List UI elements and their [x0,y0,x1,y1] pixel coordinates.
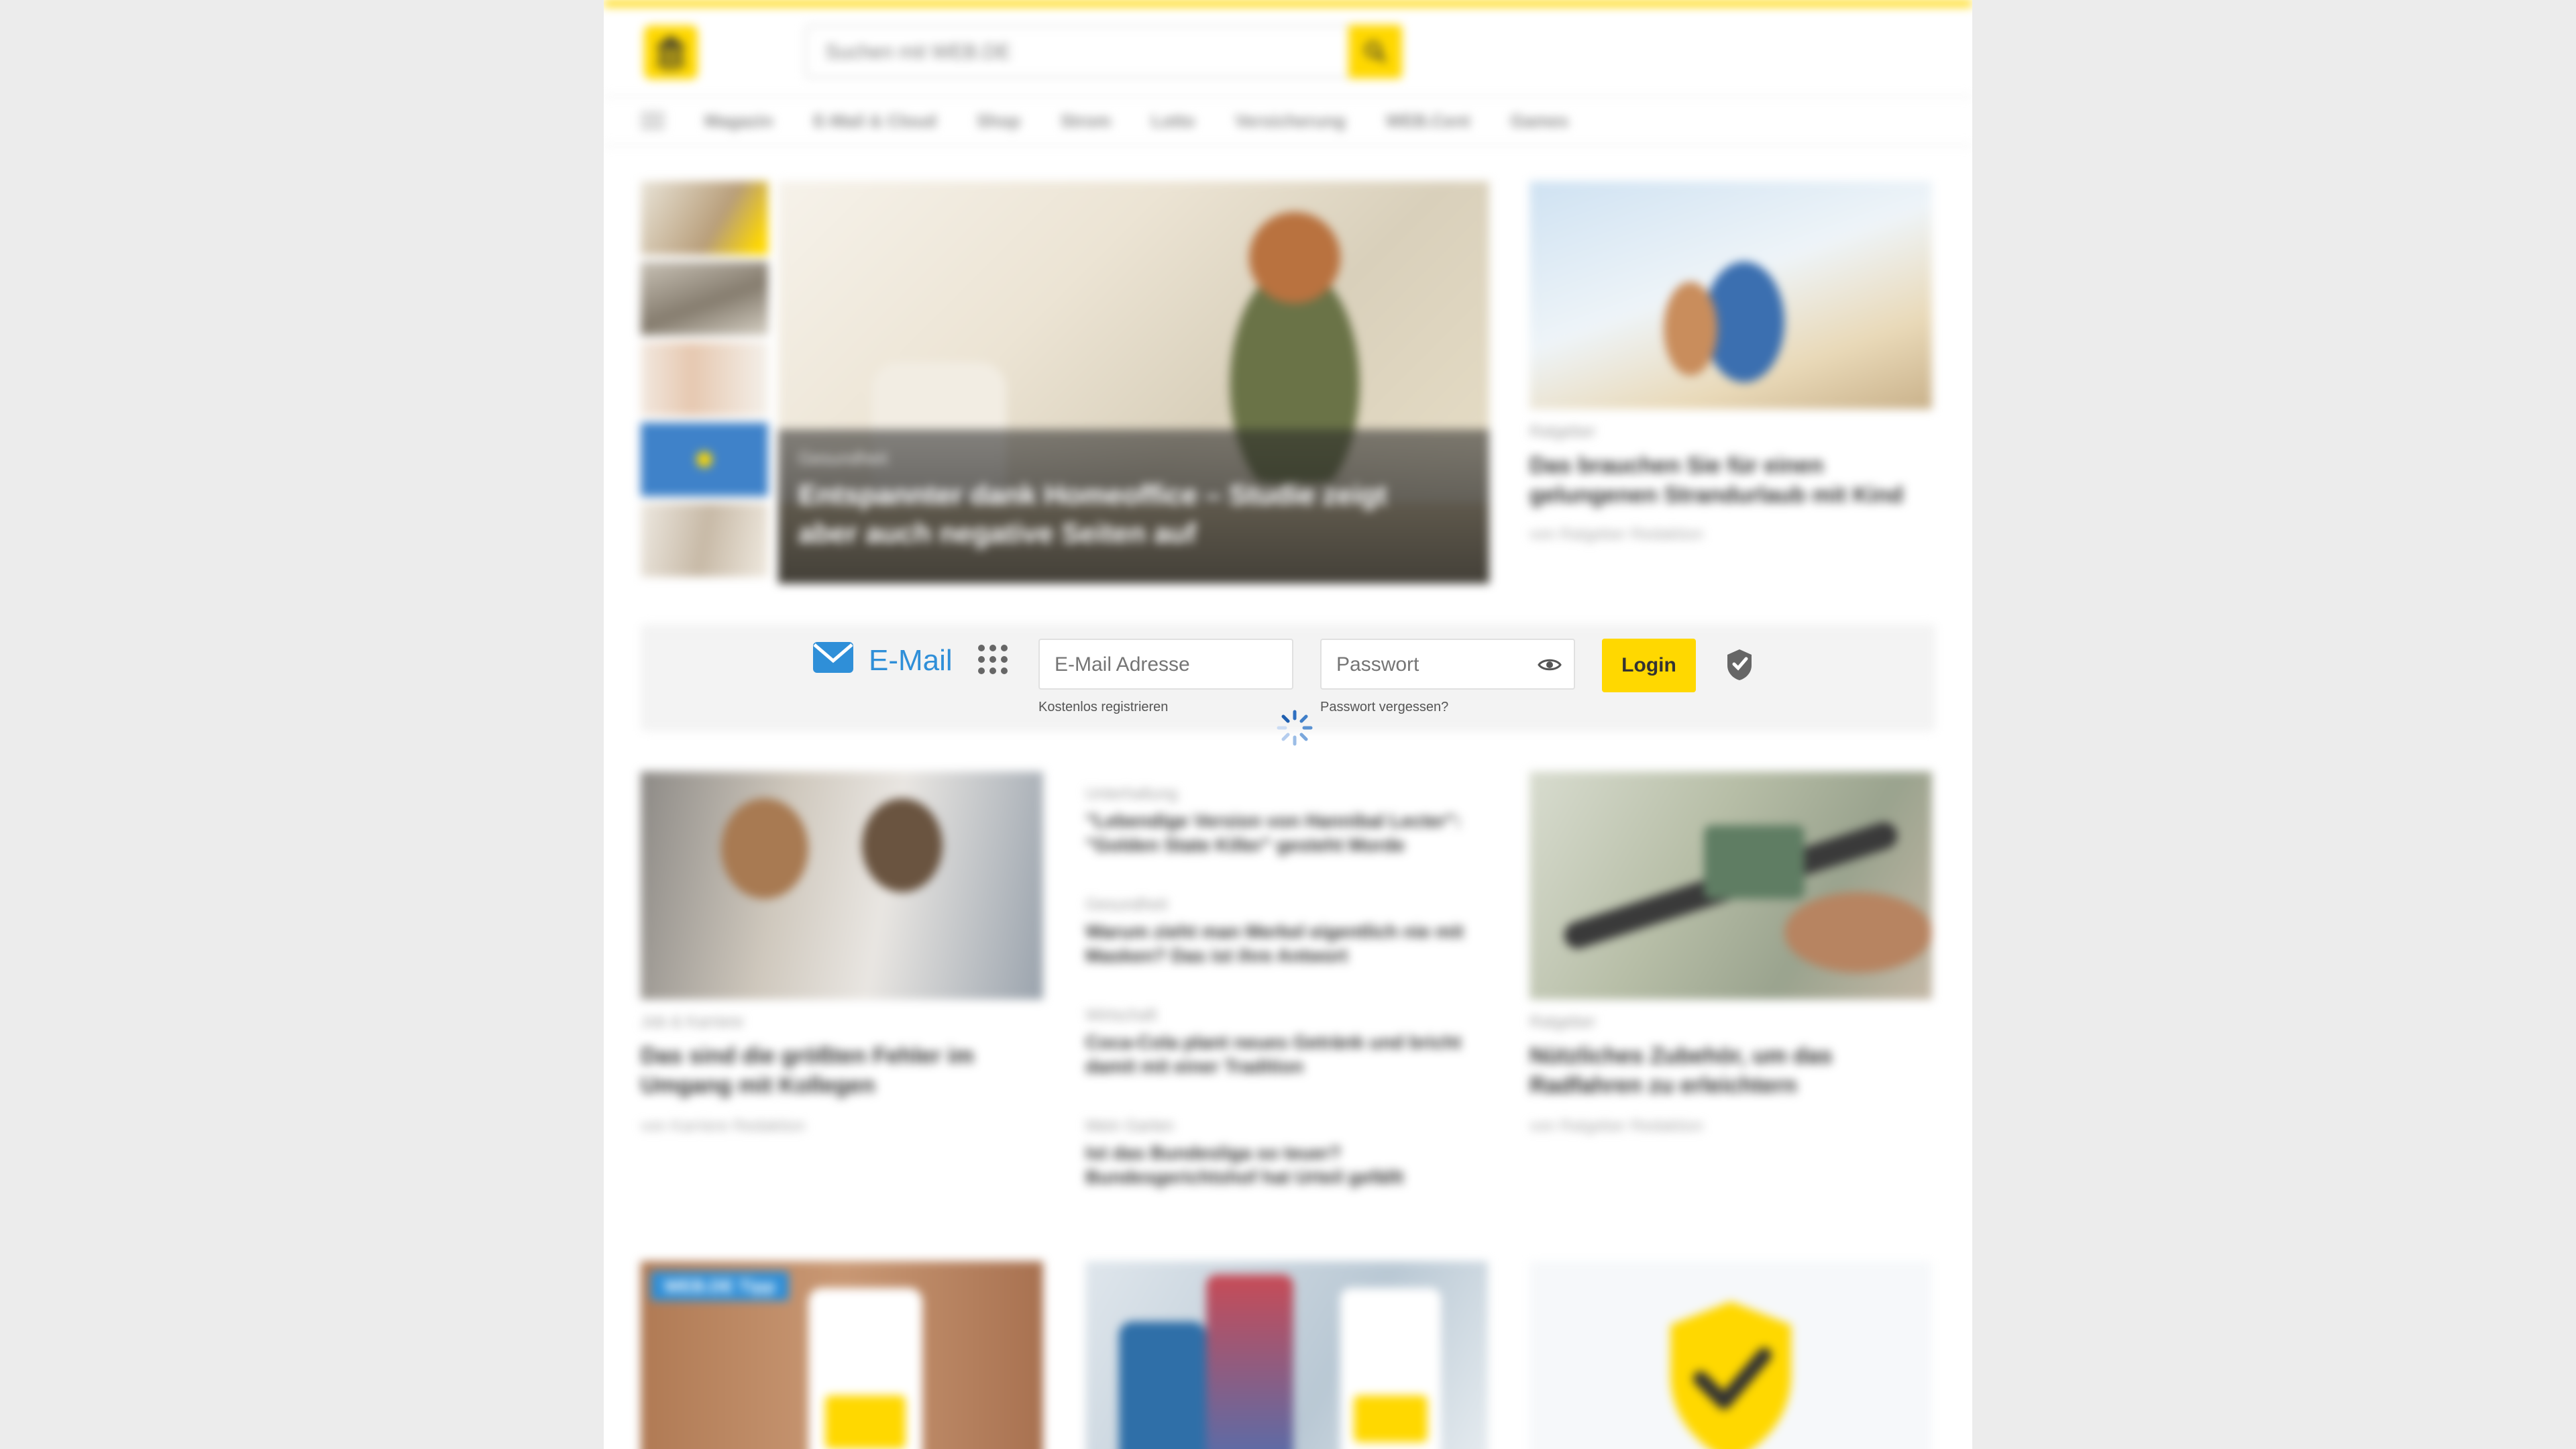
search-box [805,25,1402,78]
search-input[interactable] [824,27,1350,78]
top-accent-bar [604,0,1972,7]
hero-title[interactable]: Entspannter dank Homeoffice – Studie zei… [798,476,1442,552]
nav-item-webcent[interactable]: WEB.Cent [1386,111,1470,131]
web-de-page: WEB.DE Magazin E-Mail & Cloud Shop [604,0,1972,1449]
nav-item-shop[interactable]: Shop [977,111,1020,131]
bottom-teaser-2[interactable] [1085,1261,1488,1449]
hero-thumbnail-2[interactable] [641,262,768,335]
site-header: WEB.DE [604,7,1972,97]
list-item-title[interactable]: Warum zieht man Merkel eigentlich nie mi… [1085,920,1488,969]
nav-item-strom[interactable]: Strom [1061,111,1111,131]
eye-icon[interactable] [1538,657,1562,673]
hero-thumbnail-4[interactable] [641,423,768,496]
left-article-image[interactable] [641,771,1043,1000]
side-article-title[interactable]: Das brauchen Sie für einen gelungenen St… [1529,451,1932,510]
menu-icon[interactable] [641,109,665,133]
forgot-password-link[interactable]: Passwort vergessen? [1320,700,1448,715]
side-article-image[interactable] [1529,181,1932,409]
apps-grid-icon[interactable] [976,643,1010,676]
logo-icon[interactable]: WEB.DE [644,25,698,79]
right-article-title[interactable]: Nützliches Zubehör, um das Radfahren zu … [1529,1041,1932,1100]
email-field[interactable] [1040,640,1284,690]
hero-overlay: Gesundheit Entspannter dank Homeoffice –… [778,429,1489,584]
nav-item-games[interactable]: Games [1511,111,1569,131]
login-button[interactable]: Login [1602,639,1696,692]
bottom-teaser-3[interactable] [1529,1261,1932,1449]
hero-thumbnail-3[interactable] [641,342,768,416]
list-item-kicker: Mein Garten [1085,1117,1175,1135]
search-button[interactable] [1348,25,1402,78]
news-list: Unterhaltung "Lebendige Version von Hann… [1085,785,1488,1214]
tip-badge: WEB.DE Tipp [651,1271,789,1301]
right-article-author: von Ratgeber Redaktion [1529,1117,1703,1135]
right-article-kicker: Ratgeber [1529,1013,1596,1031]
search-icon [1365,42,1386,62]
hero-thumbnail-1[interactable] [641,181,768,255]
logo-text: WEB.DE [661,68,680,72]
main-navigation: Magazin E-Mail & Cloud Shop Strom Lotto … [604,97,1972,146]
nav-item-versicherung[interactable]: Versicherung [1235,111,1346,131]
left-article-title[interactable]: Das sind die größten Fehler im Umgang mi… [641,1041,1043,1100]
side-article-author: von Ratgeber Redaktion [1529,525,1703,543]
register-link[interactable]: Kostenlos registrieren [1038,700,1168,715]
list-item-title[interactable]: "Lebendige Version von Hannibal Lecter":… [1085,809,1488,858]
hero-article[interactable]: Gesundheit Entspannter dank Homeoffice –… [778,181,1489,584]
email-field-wrapper [1038,639,1293,690]
list-item-title[interactable]: Ist das Bundesliga so teuer? Bundesgeric… [1085,1141,1488,1190]
mail-icon [812,641,853,674]
nav-item-email-cloud[interactable]: E-Mail & Cloud [814,111,936,131]
hero-thumbnail-5[interactable] [641,503,768,577]
right-article-image[interactable] [1529,771,1932,1000]
left-article-author: von Karriere Redaktion [641,1117,806,1135]
nav-item-lotto[interactable]: Lotto [1151,111,1195,131]
left-article-kicker: Job & Karriere [641,1013,744,1031]
list-item-title[interactable]: Coca-Cola plant neues Getränk und bricht… [1085,1030,1488,1079]
bottom-teaser-1[interactable]: WEB.DE Tipp [641,1261,1043,1449]
hero-kicker: Gesundheit [798,448,888,468]
list-item-kicker: Gesundheit [1085,896,1168,914]
security-seal-icon[interactable] [1721,645,1758,683]
list-item-kicker: Unterhaltung [1085,785,1178,803]
shield-icon [1670,1301,1791,1449]
password-field-wrapper [1320,639,1575,690]
side-article-kicker: Ratgeber [1529,423,1596,441]
password-field[interactable] [1322,640,1539,690]
list-item-kicker: Wirtschaft [1085,1006,1157,1024]
loading-spinner-icon [1275,708,1315,748]
mail-brand-label[interactable]: E-Mail [869,644,953,678]
nav-item-magazin[interactable]: Magazin [704,111,773,131]
